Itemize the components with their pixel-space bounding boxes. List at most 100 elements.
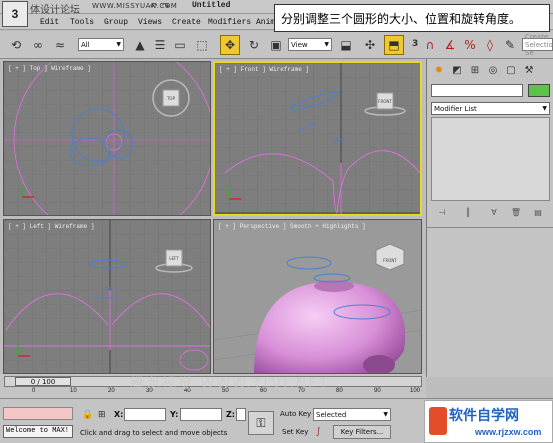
angle-snap-icon[interactable]: ∡ [440,35,460,55]
maxscript-listener[interactable] [3,407,73,420]
menu-group[interactable]: Group [104,18,128,27]
window-crossing-icon[interactable]: ⬚ [192,35,212,55]
undo-icon[interactable]: ↶ [150,2,158,12]
viewport-top[interactable]: [ + ] Top ] Wireframe ] TOP [3,61,211,216]
chevron-down-icon: ▼ [116,41,121,48]
viewport-top-canvas: TOP [4,62,210,215]
selection-filter-value: All [81,40,90,49]
command-panel-tabs: ✸ ◩ ⊞ ◎ ▢ ⚒ [427,61,553,79]
y-coordinate-field[interactable] [180,408,222,421]
viewport-perspective-canvas: FRONT [214,220,421,373]
tick-label: 80 [336,388,343,394]
object-color-swatch[interactable] [528,84,550,97]
chevron-down-icon: ▼ [324,41,329,48]
auto-key-button[interactable]: Auto Key [280,410,311,418]
viewport-front-label: [ + ] Front ] Wireframe ] [219,66,310,73]
set-key-button[interactable]: Set Key [282,428,308,436]
chevron-down-icon: ▼ [542,105,547,112]
viewcube-perspective-label: FRONT [383,258,397,263]
viewport-left-label: [ + ] Left ] Wireframe ] [8,223,95,230]
hierarchy-tab-icon[interactable]: ⊞ [467,63,483,78]
menu-tools[interactable]: Tools [70,18,94,27]
window-title: Untitled [192,1,231,10]
viewcube-front-label: FRONT [378,99,392,104]
scale-icon[interactable]: ▣ [266,35,286,55]
remove-modifier-icon[interactable]: 🗑 [509,206,523,219]
key-filters-button[interactable]: Key Filters... [333,425,391,439]
viewport-left[interactable]: [ + ] Left ] Wireframe ] LEFT [3,219,211,374]
pin-stack-icon[interactable]: ⊣ [435,206,449,219]
tick-label: 100 [410,388,421,394]
parameter-rollout [427,227,553,377]
configure-sets-icon[interactable]: ▤ [531,206,545,219]
object-name-field[interactable] [431,84,523,97]
viewport-front-canvas: FRONT [215,63,420,214]
lock-icon[interactable]: 🔒 [82,410,93,420]
tick-label: 20 [108,388,115,394]
utilities-tab-icon[interactable]: ⚒ [521,63,537,78]
create-tab-icon[interactable]: ✸ [431,63,447,78]
menu-modifiers[interactable]: Modifiers [208,18,251,27]
selection-filter-dropdown[interactable]: All ▼ [78,38,124,51]
x-coordinate-field[interactable] [124,408,166,421]
viewcube-left-label: LEFT [169,256,179,261]
motion-tab-icon[interactable]: ◎ [485,63,501,78]
viewcube-top-label: TOP [166,96,176,101]
chevron-down-icon: ▼ [383,411,388,418]
snap-count[interactable]: 3 [412,39,418,49]
watermark-bottom: 腾龙视觉 WWW.TLVI.NET [130,376,330,392]
spinner-snap-icon[interactable]: ◊ [480,35,500,55]
set-key-icon[interactable]: ⚿ [248,411,274,435]
pivot-icon[interactable]: ⬓ [336,35,356,55]
rotate-icon[interactable]: ↻ [244,35,264,55]
unlink-icon[interactable]: ≈ [50,35,70,55]
welcome-message[interactable]: Welcome to MAX! [3,425,73,438]
rect-selection-icon[interactable]: ▭ [170,35,190,55]
select-object-icon[interactable]: ▲ [130,35,150,55]
z-coordinate-field[interactable] [236,408,246,421]
stack-buttons: ⊣ ║ ∀ 🗑 ▤ [431,205,550,221]
viewport-perspective[interactable]: [ + ] Perspective ] Smooth + Highlights … [213,219,422,374]
undo-toolbar-icon[interactable]: ⟲ [6,35,26,55]
key-selection-dropdown[interactable]: Selected ▼ [313,408,391,421]
tick-label: 10 [70,388,77,394]
viewport-left-canvas: LEFT [4,220,210,373]
menu-create[interactable]: Create [172,18,201,27]
app-logo-icon[interactable]: 3 [2,1,28,27]
select-by-name-icon[interactable]: ☰ [150,35,170,55]
tick-label: 90 [374,388,381,394]
snap-toggle-icon[interactable]: ∩ [420,35,440,55]
instruction-callout: 分别调整三个圆形的大小、位置和旋转角度。 [274,4,550,32]
select-move-icon[interactable]: ✥ [220,35,240,55]
keyboard-shortcut-icon[interactable]: ⬒ [384,35,404,55]
redo-icon[interactable]: ↷ [162,2,170,12]
time-slider-thumb[interactable]: 0 / 100 [15,377,71,386]
x-label: X: [114,410,124,419]
command-panel: ✸ ◩ ⊞ ◎ ▢ ⚒ Modifier List ▼ ⊣ ║ ∀ 🗑 ▤ [426,59,553,377]
percent-snap-icon[interactable]: % [460,35,480,55]
key-selection-value: Selected [316,410,347,419]
modifier-stack[interactable] [431,117,550,201]
viewport-perspective-label: [ + ] Perspective ] Smooth + Highlights … [218,223,366,230]
viewport-front[interactable]: [ + ] Front ] Wireframe ] FRONT [213,61,422,216]
tick-label: 0 [32,388,36,394]
manipulate-icon[interactable]: ✣ [360,35,380,55]
site-logo-icon [429,407,447,435]
show-end-result-icon[interactable]: ║ [461,206,475,219]
site-logo-url: www.rjzxw.com [475,427,542,437]
reference-coord-dropdown[interactable]: View ▼ [288,38,332,51]
named-selection-field[interactable]: Create Selection Se [522,33,553,57]
absolute-mode-icon[interactable]: ⊞ [98,410,106,420]
display-tab-icon[interactable]: ▢ [503,63,519,78]
edit-named-selection-icon[interactable]: ✎ [500,35,520,55]
site-logo-text: 软件自学网 [449,408,519,424]
menu-edit[interactable]: Edit [40,18,59,27]
modifier-list-dropdown[interactable]: Modifier List ▼ [431,102,550,115]
make-unique-icon[interactable]: ∀ [487,206,501,219]
viewport-top-label: [ + ] Top ] Wireframe ] [8,65,91,72]
key-mode-icon[interactable]: ∫ [316,427,321,437]
modify-tab-icon[interactable]: ◩ [449,63,465,78]
link-icon[interactable]: ∞ [28,35,48,55]
menu-views[interactable]: Views [138,18,162,27]
menu-animation[interactable]: Anim [256,18,275,27]
